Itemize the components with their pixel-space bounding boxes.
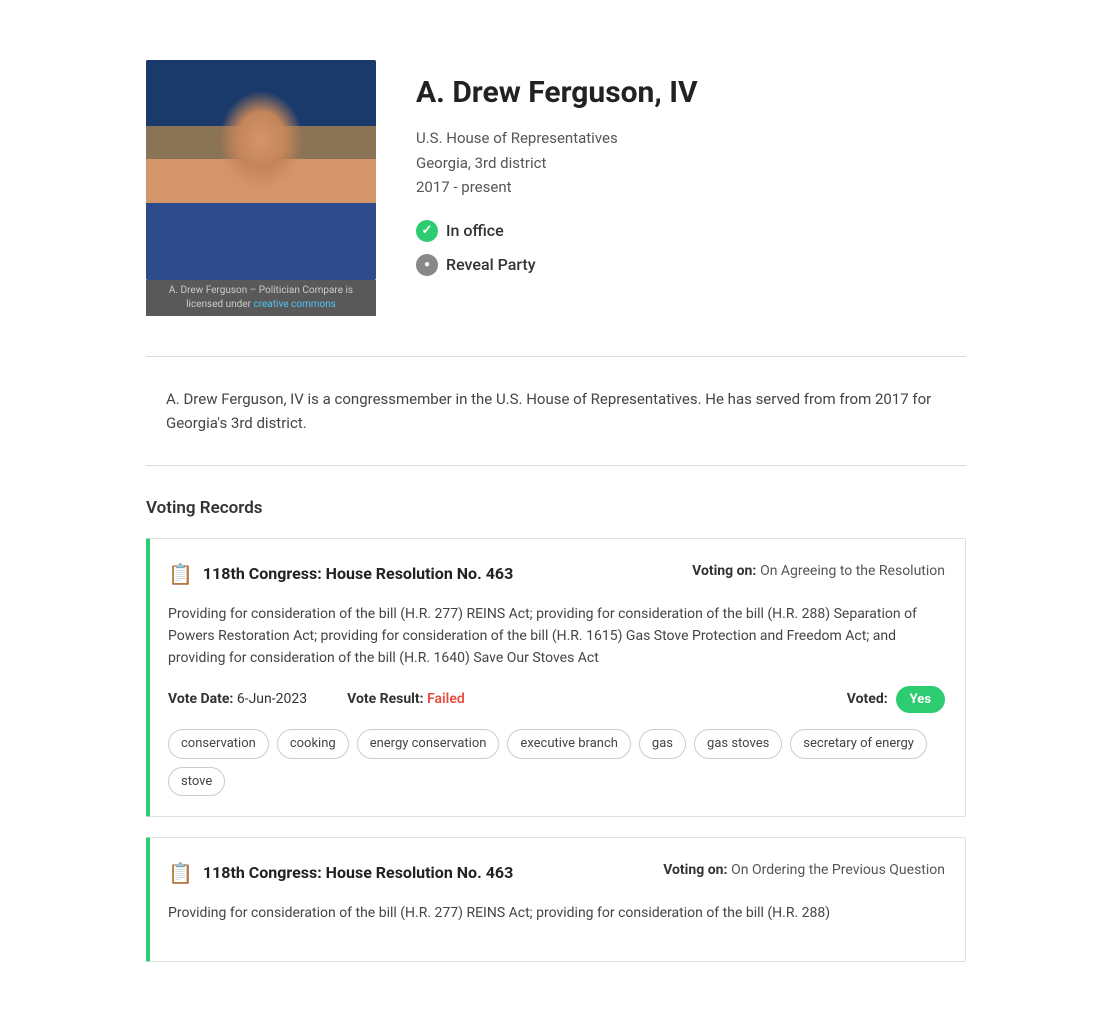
photo-content [146, 60, 376, 280]
voted-label-1: Voted: [847, 689, 888, 710]
politician-role: U.S. House of Representatives [416, 127, 966, 150]
card-2-header: 📋 118th Congress: House Resolution No. 4… [168, 858, 945, 888]
card-1-meta-row: Vote Date: 6-Jun-2023 Vote Result: Faile… [168, 686, 945, 714]
page-wrapper: A. Drew Ferguson – Politician Compare is… [106, 0, 1006, 1022]
voting-record-card-2: 📋 118th Congress: House Resolution No. 4… [146, 837, 966, 961]
card-1-title-row: 📋 118th Congress: House Resolution No. 4… [168, 559, 513, 589]
tag-energy-conservation[interactable]: energy conservation [357, 729, 500, 759]
voting-on-label-1: Voting on: [692, 563, 756, 579]
card-1-title: 118th Congress: House Resolution No. 463 [203, 562, 513, 586]
reveal-party-icon [416, 254, 438, 276]
card-1-description: Providing for consideration of the bill … [168, 603, 945, 670]
voting-records-section: Voting Records 📋 118th Congress: House R… [146, 496, 966, 962]
card-1-voting-on: Voting on: On Agreeing to the Resolution [692, 559, 945, 582]
card-1-vote-date: Vote Date: 6-Jun-2023 [168, 689, 307, 710]
voting-on-value-1: On Agreeing to the Resolution [760, 563, 945, 579]
profile-photo [146, 60, 376, 280]
profile-info: A. Drew Ferguson, IV U.S. House of Repre… [416, 60, 966, 287]
tag-conservation[interactable]: conservation [168, 729, 269, 759]
tag-stove[interactable]: stove [168, 767, 225, 797]
image-caption: A. Drew Ferguson – Politician Compare is… [146, 280, 376, 316]
tag-gas-stoves[interactable]: gas stoves [694, 729, 782, 759]
doc-icon-1: 📋 [168, 559, 193, 589]
card-1-tags: conservation cooking energy conservation… [168, 729, 945, 796]
vote-result-label-1: Vote Result: [347, 691, 423, 707]
tag-secretary-of-energy[interactable]: secretary of energy [790, 729, 927, 759]
tag-gas[interactable]: gas [639, 729, 686, 759]
card-2-title: 118th Congress: House Resolution No. 463 [203, 861, 513, 885]
bio-divider [146, 465, 966, 466]
politician-district: Georgia, 3rd district [416, 152, 966, 175]
in-office-label: In office [446, 219, 504, 243]
card-2-description: Providing for consideration of the bill … [168, 902, 945, 924]
voting-on-label-2: Voting on: [663, 862, 727, 878]
voting-records-title: Voting Records [146, 496, 966, 522]
vote-result-value-1: Failed [427, 691, 465, 707]
profile-section: A. Drew Ferguson – Politician Compare is… [146, 60, 966, 316]
caption-link[interactable]: creative commons [253, 299, 335, 310]
politician-name: A. Drew Ferguson, IV [416, 70, 966, 115]
reveal-party-label[interactable]: Reveal Party [446, 253, 536, 277]
profile-divider [146, 356, 966, 357]
in-office-icon [416, 220, 438, 242]
bio-text: A. Drew Ferguson, IV is a congressmember… [146, 387, 966, 435]
doc-icon-2: 📋 [168, 858, 193, 888]
reveal-party-row[interactable]: Reveal Party [416, 253, 966, 277]
politician-term: 2017 - present [416, 176, 966, 199]
card-1-voted: Voted: Yes [847, 686, 945, 714]
card-2-title-row: 📋 118th Congress: House Resolution No. 4… [168, 858, 513, 888]
tag-executive-branch[interactable]: executive branch [507, 729, 631, 759]
in-office-row: In office [416, 219, 966, 243]
card-1-vote-result: Vote Result: Failed [347, 689, 465, 710]
caption-text: A. Drew Ferguson – Politician Compare [169, 285, 343, 296]
card-2-voting-on: Voting on: On Ordering the Previous Ques… [663, 858, 945, 881]
tag-cooking[interactable]: cooking [277, 729, 349, 759]
voting-on-value-2: On Ordering the Previous Question [731, 862, 945, 878]
voted-badge-1: Yes [896, 686, 945, 714]
card-1-header: 📋 118th Congress: House Resolution No. 4… [168, 559, 945, 589]
voting-record-card-1: 📋 118th Congress: House Resolution No. 4… [146, 538, 966, 818]
vote-date-value-1: 6-Jun-2023 [237, 691, 307, 707]
profile-image-wrapper: A. Drew Ferguson – Politician Compare is… [146, 60, 376, 316]
vote-date-label-1: Vote Date: [168, 691, 233, 707]
